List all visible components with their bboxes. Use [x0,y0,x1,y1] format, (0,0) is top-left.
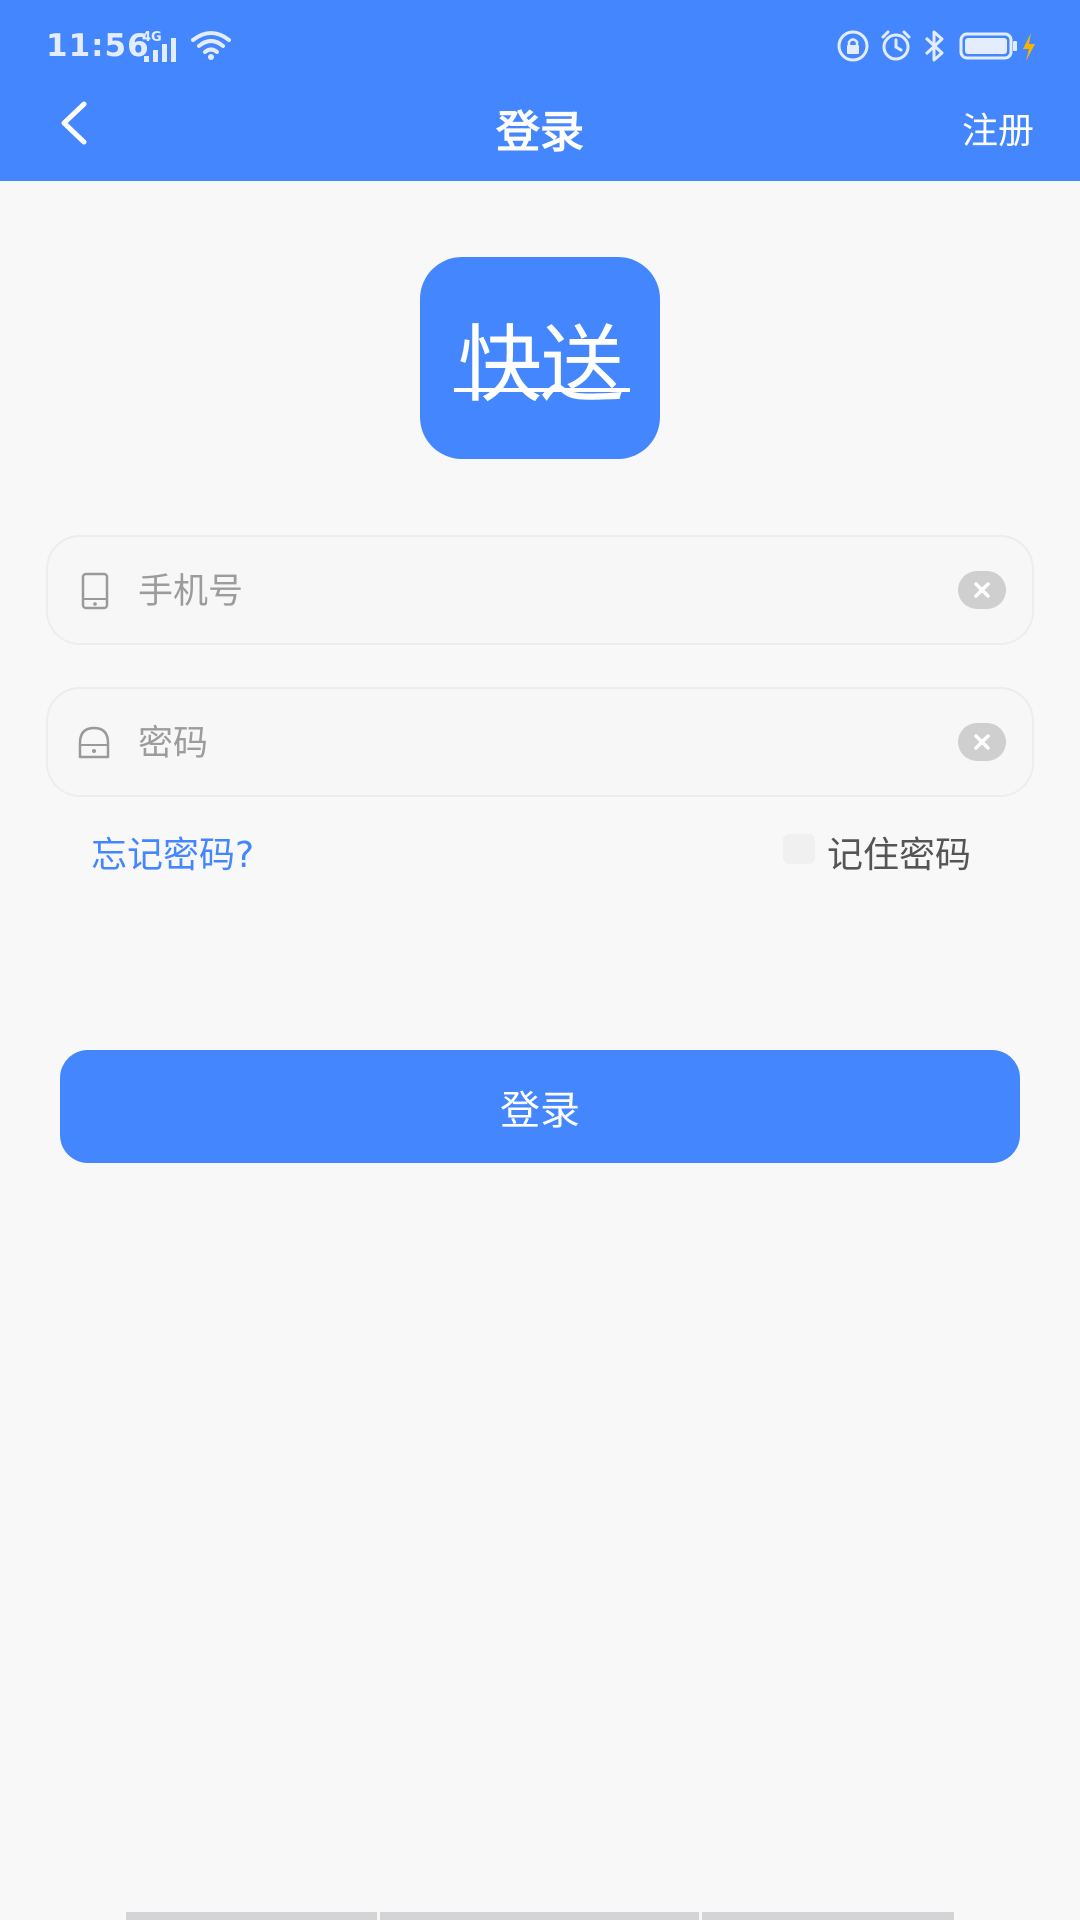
password-clear-button[interactable] [958,723,1006,761]
charging-icon [1023,33,1035,61]
clear-icon [974,582,990,598]
login-button-label: 登录 [500,1087,580,1134]
phone-input[interactable] [136,561,920,623]
password-input[interactable] [136,713,920,775]
app-logo: 快送 [420,257,660,459]
password-field[interactable] [46,687,1034,797]
battery-icon [959,32,1017,60]
clear-icon [974,734,990,750]
lock-icon [78,726,110,759]
wifi-icon [191,31,231,60]
forgot-password-link[interactable]: 忘记密码? [91,826,254,878]
remember-password-label[interactable]: 记住密码 [827,826,971,878]
logo-underline [454,388,630,392]
nav-bar-segment-left [126,1912,377,1920]
app-header: 11:56 4G 登录 注册 [0,0,1080,181]
lock-rotation-icon [837,30,869,62]
page-title: 登录 [496,107,584,158]
alarm-icon [881,30,911,61]
phone-icon [81,572,109,610]
remember-password-checkbox[interactable] [783,834,815,864]
phone-clear-button[interactable] [958,571,1006,609]
register-link[interactable]: 注册 [962,102,1034,154]
logo-text: 快送 [457,315,624,414]
signal-icon [144,38,176,62]
status-time: 11:56 [46,28,150,64]
phone-field[interactable] [46,535,1034,645]
login-button[interactable]: 登录 [60,1050,1020,1163]
nav-bar-segment-right [702,1912,954,1920]
nav-bar-segment-center [380,1912,699,1920]
bluetooth-icon [924,30,944,62]
